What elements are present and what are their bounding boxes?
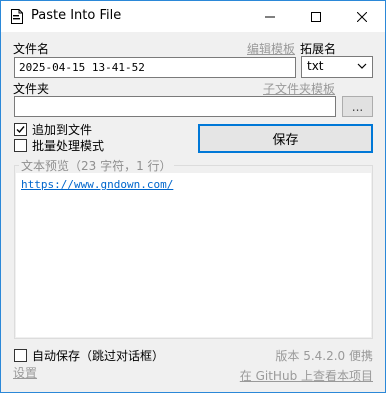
maximize-icon [311, 11, 321, 22]
title-bar[interactable]: Paste Into File [1, 1, 385, 32]
autosave-checkbox[interactable] [14, 349, 27, 362]
append-label[interactable]: 追加到文件 [32, 121, 92, 138]
preview-title: 文本预览（23 字符，1 行） [19, 157, 174, 174]
close-button[interactable] [339, 1, 385, 32]
extension-label: 拓展名 [300, 42, 337, 56]
filename-input[interactable]: 2025-04-15 13-41-52 [14, 57, 296, 78]
close-icon [357, 11, 367, 22]
github-link[interactable]: 在 GitHub 上查看本项目 [240, 367, 373, 384]
batch-mode-label[interactable]: 批量处理模式 [32, 137, 104, 154]
save-button[interactable]: 保存 [198, 124, 373, 153]
folder-input[interactable] [14, 96, 336, 117]
minimize-icon [265, 16, 275, 17]
document-icon [11, 9, 23, 24]
edit-template-link[interactable]: 编辑模板 [247, 40, 295, 57]
main-window: Paste Into File 文件名 编辑模板 拓展名 2025-04-15 … [0, 0, 386, 393]
preview-url-link[interactable]: https://www.gndown.com/ [21, 178, 173, 191]
append-checkbox[interactable] [14, 123, 27, 136]
batch-mode-checkbox[interactable] [14, 139, 27, 152]
version-text: 版本 5.4.2.0 便携 [275, 349, 373, 363]
settings-link[interactable]: 设置 [13, 364, 37, 381]
browse-folder-button[interactable]: ... [342, 96, 373, 117]
extension-select[interactable]: txt [301, 56, 373, 78]
maximize-button[interactable] [293, 1, 339, 32]
subfolder-template-link[interactable]: 子文件夹模板 [263, 80, 335, 97]
chevron-down-icon [357, 63, 367, 69]
checkmark-icon [16, 126, 25, 134]
autosave-label[interactable]: 自动保存（跳过对话框） [32, 347, 164, 364]
extension-selected: txt [307, 59, 324, 73]
minimize-button[interactable] [247, 1, 293, 32]
window-title: Paste Into File [31, 8, 122, 23]
preview-area[interactable]: https://www.gndown.com/ [16, 173, 371, 337]
folder-label: 文件夹 [13, 82, 50, 96]
filename-label: 文件名 [13, 42, 50, 56]
